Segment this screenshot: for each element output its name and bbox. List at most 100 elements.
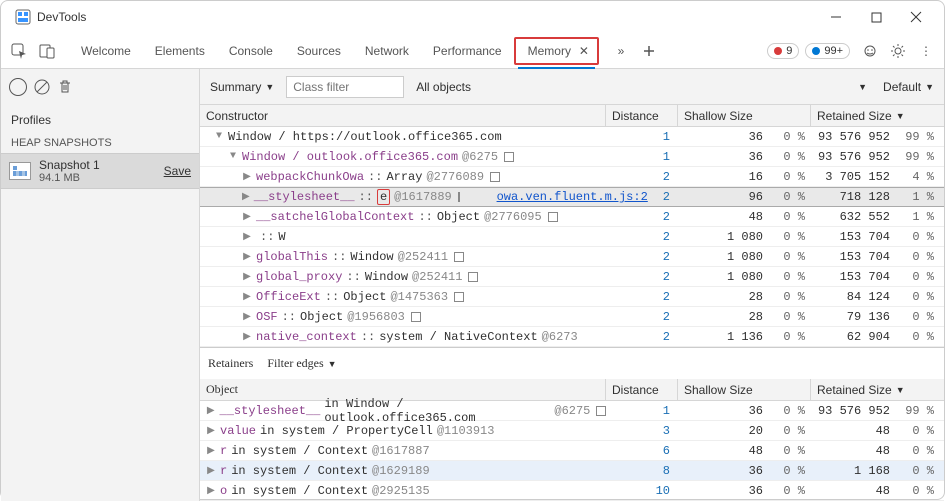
- filter-edges-label: Filter edges: [267, 356, 323, 371]
- table-row[interactable]: ▶ :: W21 0800 %153 7040 %: [200, 227, 944, 247]
- element-icon[interactable]: [504, 152, 514, 162]
- info-badge[interactable]: 99+: [805, 43, 850, 59]
- cell: 2: [606, 190, 678, 204]
- cell: 0 %: [896, 444, 944, 458]
- expand-icon[interactable]: ▼: [228, 151, 238, 162]
- cell: 0 %: [769, 444, 811, 458]
- col-shallow[interactable]: Shallow Size: [678, 379, 811, 400]
- expand-icon[interactable]: ▶: [206, 445, 216, 457]
- col-retained[interactable]: Retained Size▼: [811, 105, 944, 126]
- col-retained-label: Retained Size: [817, 383, 892, 397]
- table-row[interactable]: ▶r in system / Context @16178876480 %480…: [200, 441, 944, 461]
- error-badge[interactable]: 9: [767, 43, 799, 59]
- table-row[interactable]: ▶global_proxy :: Window @25241121 0800 %…: [200, 267, 944, 287]
- element-icon[interactable]: [548, 212, 558, 222]
- cell: 1 168: [811, 464, 896, 478]
- feedback-icon[interactable]: [856, 37, 884, 65]
- cell: 0 %: [769, 424, 811, 438]
- table-row[interactable]: ▶OSF :: Object @19568032280 %79 1360 %: [200, 307, 944, 327]
- cell: 93 576 952: [811, 130, 896, 144]
- filter-edges-dropdown[interactable]: Filter edges▼: [263, 354, 340, 373]
- table-row[interactable]: ▶globalThis :: Window @25241121 0800 %15…: [200, 247, 944, 267]
- snapshot-item[interactable]: Snapshot 1 94.1 MB Save: [1, 153, 199, 189]
- cell: 632 552: [811, 210, 896, 224]
- expand-icon[interactable]: ▶: [206, 405, 216, 417]
- table-row[interactable]: ▶OfficeExt :: Object @14753632280 %84 12…: [200, 287, 944, 307]
- clear-icon[interactable]: [33, 78, 51, 96]
- table-row[interactable]: ▶webpackChunkOwa :: Array @27760892160 %…: [200, 167, 944, 187]
- more-tabs-icon[interactable]: »: [607, 37, 635, 65]
- add-tab-icon[interactable]: [635, 37, 663, 65]
- col-retained[interactable]: Retained Size▼: [811, 379, 944, 400]
- element-icon[interactable]: [596, 406, 606, 416]
- tab-performance[interactable]: Performance: [421, 33, 514, 68]
- view-dropdown[interactable]: Summary▼: [206, 78, 278, 96]
- expand-icon[interactable]: ▶: [206, 465, 216, 477]
- error-count: 9: [786, 45, 792, 57]
- element-icon[interactable]: [458, 192, 460, 202]
- element-icon[interactable]: [490, 172, 500, 182]
- expand-icon[interactable]: ▶: [206, 425, 216, 437]
- expand-icon[interactable]: ▶: [242, 171, 252, 183]
- sort-down-icon: ▼: [896, 111, 905, 121]
- settings-icon[interactable]: [884, 37, 912, 65]
- record-icon[interactable]: [9, 78, 27, 96]
- default-dropdown[interactable]: Default▼: [879, 78, 938, 96]
- cell: 3 705 152: [811, 170, 896, 184]
- cell: 2: [606, 270, 678, 284]
- col-constructor[interactable]: Constructor: [200, 105, 606, 126]
- table-row[interactable]: ▶native_context :: system / NativeContex…: [200, 327, 944, 347]
- element-icon[interactable]: [454, 292, 464, 302]
- table-row[interactable]: ▶__satchelGlobalContext :: Object @27760…: [200, 207, 944, 227]
- table-row[interactable]: ▼Window / https://outlook.office365.com1…: [200, 127, 944, 147]
- panel-tabs: Welcome Elements Console Sources Network…: [69, 33, 767, 68]
- tab-sources[interactable]: Sources: [285, 33, 353, 68]
- expand-icon[interactable]: ▶: [242, 251, 252, 263]
- tab-welcome[interactable]: Welcome: [69, 33, 143, 68]
- cell: 10: [606, 484, 678, 498]
- cell: 1 080: [678, 270, 769, 284]
- expand-icon[interactable]: ▶: [242, 331, 252, 343]
- close-button[interactable]: [896, 3, 936, 31]
- objects-filter-dropdown[interactable]: All objects▼: [412, 78, 871, 96]
- tab-console[interactable]: Console: [217, 33, 285, 68]
- expand-icon[interactable]: ▶: [242, 311, 252, 323]
- window-title: DevTools: [37, 10, 816, 24]
- table-row[interactable]: ▶r in system / Context @16291898360 %1 1…: [200, 461, 944, 481]
- expand-icon[interactable]: ▶: [242, 191, 250, 203]
- element-icon[interactable]: [454, 252, 464, 262]
- expand-icon[interactable]: ▶: [242, 231, 252, 243]
- objects-filter-label: All objects: [416, 80, 471, 94]
- expand-icon[interactable]: ▶: [242, 291, 252, 303]
- device-toolbar-icon[interactable]: [33, 37, 61, 65]
- col-distance[interactable]: Distance: [606, 105, 678, 126]
- cell: 0 %: [769, 270, 811, 284]
- tab-memory[interactable]: Memory✕: [514, 37, 599, 65]
- expand-icon[interactable]: ▶: [242, 271, 252, 283]
- profiles-heading: Profiles: [1, 105, 199, 133]
- table-row[interactable]: ▶value in system / PropertyCell @1103913…: [200, 421, 944, 441]
- expand-icon[interactable]: ▼: [214, 131, 224, 142]
- element-icon[interactable]: [468, 272, 478, 282]
- delete-icon[interactable]: [57, 79, 73, 95]
- tab-network[interactable]: Network: [353, 33, 421, 68]
- inspect-icon[interactable]: [5, 37, 33, 65]
- more-icon[interactable]: ⋮: [912, 37, 940, 65]
- element-icon[interactable]: [411, 312, 421, 322]
- col-distance[interactable]: Distance: [606, 379, 678, 400]
- expand-icon[interactable]: ▶: [242, 211, 252, 223]
- class-filter-input[interactable]: [286, 76, 404, 98]
- col-shallow[interactable]: Shallow Size: [678, 105, 811, 126]
- snapshot-save-link[interactable]: Save: [164, 164, 191, 178]
- maximize-button[interactable]: [856, 3, 896, 31]
- tab-elements[interactable]: Elements: [143, 33, 217, 68]
- expand-icon[interactable]: ▶: [206, 485, 216, 497]
- cell: 84 124: [811, 290, 896, 304]
- table-row[interactable]: ▼Window / outlook.office365.com @6275136…: [200, 147, 944, 167]
- table-row[interactable]: ▶__stylesheet__ in Window / outlook.offi…: [200, 401, 944, 421]
- close-tab-icon[interactable]: ✕: [577, 44, 591, 58]
- table-row[interactable]: ▶__stylesheet__ :: e @1617889 owa.ven.fl…: [200, 187, 944, 207]
- table-row[interactable]: ▶o in system / Context @292513510360 %48…: [200, 481, 944, 501]
- minimize-button[interactable]: [816, 3, 856, 31]
- chevron-down-icon: ▼: [265, 82, 274, 92]
